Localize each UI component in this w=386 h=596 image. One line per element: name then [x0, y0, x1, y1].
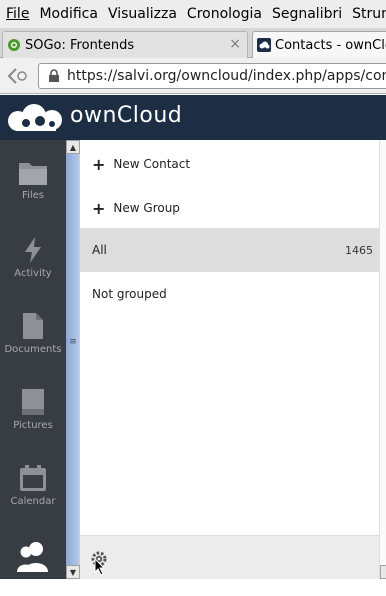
app-navigation: Files Activity Documents Pictures Calend…	[0, 140, 66, 579]
drag-handle-icon[interactable]: ≡	[69, 338, 77, 347]
scroll-up-icon[interactable]: ▲	[66, 140, 80, 154]
new-contact-button[interactable]: + New Contact	[80, 142, 379, 186]
plus-icon: +	[92, 154, 106, 174]
menu-segnalibri[interactable]: Segnalibri	[272, 6, 342, 22]
sidebar-scrollbar[interactable]: ▲ ≡ ▼	[66, 140, 80, 579]
mouse-cursor-icon	[94, 558, 106, 576]
document-icon	[23, 313, 43, 339]
back-arrow-icon	[7, 68, 27, 84]
panel-footer	[80, 535, 379, 579]
folder-icon	[19, 163, 47, 185]
brand-wordmark: ownCloud	[70, 103, 183, 128]
close-icon[interactable]: ×	[229, 36, 241, 52]
nav-item-files[interactable]: Files	[0, 140, 66, 216]
app-header: ownCloud	[0, 95, 386, 140]
nav-item-calendar[interactable]: Calendar	[0, 444, 66, 520]
menu-strumenti[interactable]: Strumenti	[352, 6, 386, 22]
contacts-group-panel: + New Contact + New Group All 1465 Not g…	[80, 140, 379, 579]
nav-item-contacts[interactable]	[0, 520, 66, 596]
menubar: File Modifica Visualizza Cronologia Segn…	[0, 0, 386, 28]
contacts-icon	[17, 542, 48, 572]
menu-file[interactable]: File	[6, 6, 29, 22]
back-button[interactable]	[4, 63, 32, 89]
url-bar[interactable]: https://salvi.org/owncloud/index.php/app…	[38, 63, 386, 89]
tab-strip: SOGo: Frontends × Contacts - ownCloud	[0, 28, 386, 58]
scroll-down-icon[interactable]: ▼	[66, 565, 80, 579]
tab-contacts[interactable]: Contacts - ownCloud	[252, 31, 386, 58]
group-count: 1465	[345, 243, 373, 257]
calendar-icon	[20, 465, 46, 491]
new-group-button[interactable]: + New Group	[80, 186, 379, 230]
menu-visualizza[interactable]: Visualizza	[108, 6, 177, 22]
lightning-icon	[25, 237, 41, 263]
url-text: https://salvi.org/owncloud/index.php/app…	[67, 68, 386, 84]
owncloud-icon	[257, 38, 271, 52]
menu-modifica[interactable]: Modifica	[39, 6, 98, 22]
nav-item-activity[interactable]: Activity	[0, 216, 66, 292]
navigation-bar: https://salvi.org/owncloud/index.php/app…	[0, 58, 386, 94]
group-item-not-grouped[interactable]: Not grouped	[80, 272, 379, 316]
sogo-icon	[8, 39, 20, 51]
nav-item-documents[interactable]: Documents	[0, 292, 66, 368]
picture-icon	[22, 389, 44, 415]
tab-title: SOGo: Frontends	[25, 37, 135, 53]
main-content-edge	[379, 140, 386, 579]
tab-sogo[interactable]: SOGo: Frontends ×	[2, 31, 248, 58]
menu-cronologia[interactable]: Cronologia	[187, 6, 262, 22]
tab-title: Contacts - ownCloud	[275, 37, 386, 53]
scroll-corner	[380, 565, 386, 579]
group-item-all[interactable]: All 1465	[80, 228, 379, 272]
nav-item-pictures[interactable]: Pictures	[0, 368, 66, 444]
owncloud-logo-icon[interactable]	[6, 103, 70, 133]
plus-icon: +	[92, 198, 106, 218]
lock-icon	[49, 69, 59, 82]
